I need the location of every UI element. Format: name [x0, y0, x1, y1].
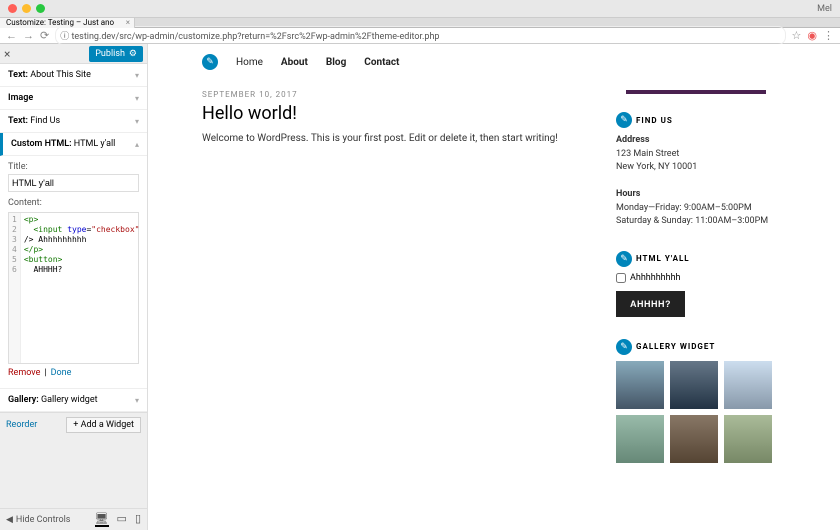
publish-button[interactable]: Publish ⚙: [89, 46, 143, 62]
window-titlebar: Mel: [0, 0, 840, 18]
findus-widget: ✎ FIND US Address 123 Main Street New Yo…: [616, 112, 786, 229]
preview-main: SEPTEMBER 10, 2017 Hello world! Welcome …: [202, 90, 586, 485]
site-preview: ✎ Home About Blog Contact SEPTEMBER 10, …: [148, 44, 840, 530]
post-date: SEPTEMBER 10, 2017: [202, 90, 586, 99]
gallery-thumb[interactable]: [616, 415, 664, 463]
tab-title: Customize: Testing – Just ano: [6, 18, 114, 27]
tablet-preview-icon[interactable]: ▭: [117, 512, 127, 527]
desktop-preview-icon[interactable]: 🖥: [95, 512, 109, 527]
collapse-icon: ◀: [6, 515, 13, 525]
toolbar-icons: ☆ ◉ ⋮: [792, 29, 834, 42]
gallery-thumb[interactable]: [724, 415, 772, 463]
gallery-thumb[interactable]: [670, 361, 718, 409]
close-customizer-icon[interactable]: ×: [4, 47, 10, 61]
content-label: Content:: [8, 198, 139, 208]
add-widget-button[interactable]: + Add a Widget: [66, 417, 141, 433]
ah-button[interactable]: AHHHH?: [616, 291, 685, 317]
close-tab-icon[interactable]: ×: [126, 18, 130, 27]
customizer-footer: ◀ Hide Controls 🖥 ▭ ▯: [0, 508, 147, 530]
reload-icon[interactable]: ⟳: [40, 29, 49, 42]
gallery-widget: ✎ GALLERY WIDGET: [616, 339, 786, 463]
info-icon[interactable]: ⓘ: [60, 32, 71, 42]
done-link[interactable]: Done: [51, 368, 72, 378]
widget-footer-actions: Reorder + Add a Widget: [0, 412, 147, 437]
gear-icon[interactable]: ⚙: [129, 49, 137, 59]
url-input[interactable]: ⓘ testing.dev/src/wp-admin/customize.php…: [55, 26, 785, 45]
mobile-preview-icon[interactable]: ▯: [135, 512, 141, 527]
title-label: Title:: [8, 162, 139, 172]
remove-link[interactable]: Remove: [8, 368, 40, 378]
post-body: Welcome to WordPress. This is your first…: [202, 132, 586, 146]
edit-shortcut-icon[interactable]: ✎: [202, 54, 218, 70]
traffic-lights: [8, 4, 45, 13]
edit-shortcut-icon[interactable]: ✎: [616, 112, 632, 128]
browser-tab[interactable]: Customize: Testing – Just ano ×: [0, 18, 135, 28]
forward-icon[interactable]: →: [23, 29, 34, 42]
menu-icon[interactable]: ⋮: [823, 29, 834, 42]
htmlyall-widget: ✎ HTML Y'ALL Ahhhhhhhhh AHHHH?: [616, 251, 786, 317]
nav-contact[interactable]: Contact: [364, 57, 399, 68]
edit-shortcut-icon[interactable]: ✎: [616, 251, 632, 267]
chevron-up-icon: ▴: [135, 140, 139, 149]
chevron-down-icon: ▾: [135, 117, 139, 126]
code-content[interactable]: <p> <input type="checkbox" /> Ahhhhhhhhh…: [21, 213, 143, 363]
widget-form: Title: Content: 123456 <p> <input type="…: [0, 156, 147, 389]
nav-home[interactable]: Home: [236, 57, 263, 68]
nav-about[interactable]: About: [281, 57, 308, 68]
reorder-link[interactable]: Reorder: [6, 420, 37, 430]
close-window-icon[interactable]: [8, 4, 17, 13]
hide-controls-button[interactable]: ◀ Hide Controls: [6, 515, 70, 525]
widget-panel-image[interactable]: Image ▾: [0, 87, 147, 110]
extension-icon[interactable]: ◉: [807, 29, 817, 42]
customizer-header: × Publish ⚙: [0, 44, 147, 64]
line-gutter: 123456: [9, 213, 21, 363]
chevron-down-icon: ▾: [135, 94, 139, 103]
preview-nav: ✎ Home About Blog Contact: [202, 44, 786, 80]
gallery-thumb[interactable]: [724, 361, 772, 409]
code-editor[interactable]: 123456 <p> <input type="checkbox" /> Ahh…: [8, 212, 139, 364]
gallery-thumb[interactable]: [670, 415, 718, 463]
gallery-thumb[interactable]: [616, 361, 664, 409]
customizer-sidebar: × Publish ⚙ Text: About This Site ▾ Imag…: [0, 44, 148, 530]
address-bar: ← → ⟳ ⓘ testing.dev/src/wp-admin/customi…: [0, 28, 840, 44]
back-icon[interactable]: ←: [6, 29, 17, 42]
widget-title-input[interactable]: [8, 174, 139, 192]
preview-sidebar: ✎ FIND US Address 123 Main Street New Yo…: [616, 90, 786, 485]
widget-panel-custom-html[interactable]: Custom HTML: HTML y'all ▴: [0, 133, 147, 156]
widget-panel-gallery[interactable]: Gallery: Gallery widget ▾: [0, 389, 147, 412]
widget-panel-text-findus[interactable]: Text: Find Us ▾: [0, 110, 147, 133]
gallery-grid: [616, 361, 786, 463]
header-image-strip: [626, 90, 766, 94]
minimize-window-icon[interactable]: [22, 4, 31, 13]
nav-blog[interactable]: Blog: [326, 57, 346, 68]
post-title[interactable]: Hello world!: [202, 103, 586, 124]
star-icon[interactable]: ☆: [792, 29, 802, 42]
widget-panel-text-about[interactable]: Text: About This Site ▾: [0, 64, 147, 87]
profile-name: Mel: [817, 4, 832, 14]
edit-shortcut-icon[interactable]: ✎: [616, 339, 632, 355]
chevron-down-icon: ▾: [135, 71, 139, 80]
ah-checkbox[interactable]: [616, 273, 626, 283]
maximize-window-icon[interactable]: [36, 4, 45, 13]
chevron-down-icon: ▾: [135, 396, 139, 405]
